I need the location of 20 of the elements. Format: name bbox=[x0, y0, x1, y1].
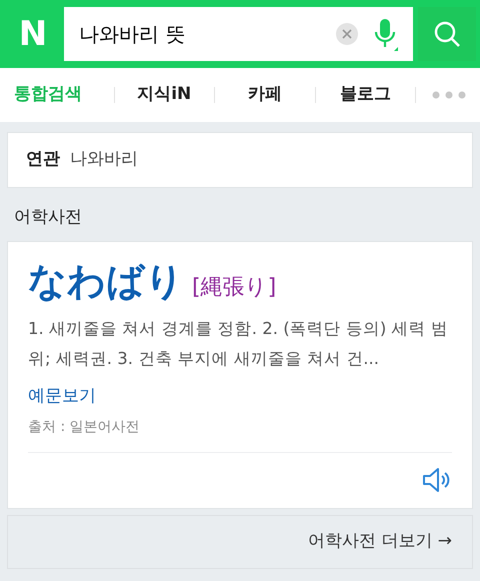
entry-definition: 1. 새끼줄을 쳐서 경계를 정함. 2. (폭력단 등의) 세력 범위; 세력권. 3. 건축 부지에 새끼줄을 쳐서 건... bbox=[28, 318, 449, 370]
related-link[interactable]: 나와바리 bbox=[70, 147, 138, 173]
more-link[interactable]: 어학사전 더보기 → bbox=[7, 514, 473, 568]
source-text: 출처 : 일본어사전 bbox=[28, 418, 141, 437]
more-icon[interactable] bbox=[432, 91, 466, 99]
speaker-icon[interactable] bbox=[422, 467, 452, 493]
search-button[interactable] bbox=[418, 7, 476, 61]
related-label: 연관 bbox=[26, 148, 60, 172]
tab[interactable]: 블로그 bbox=[316, 82, 415, 108]
entry-word[interactable]: なわばり bbox=[28, 254, 184, 308]
clear-icon[interactable] bbox=[336, 23, 358, 45]
entry-kanji: [縄張り] bbox=[192, 274, 276, 302]
section-title: 어학사전 bbox=[13, 206, 83, 229]
tab[interactable]: 카페 bbox=[215, 82, 314, 108]
search-icon bbox=[433, 20, 461, 48]
microphone-icon[interactable] bbox=[372, 17, 398, 51]
search-query: 나와바리 뜻 bbox=[79, 21, 186, 48]
examples-link[interactable]: 예문보기 bbox=[28, 384, 452, 409]
search-field[interactable]: 나와바리 뜻 bbox=[64, 7, 413, 61]
tab[interactable]: 지식iN bbox=[114, 82, 214, 108]
